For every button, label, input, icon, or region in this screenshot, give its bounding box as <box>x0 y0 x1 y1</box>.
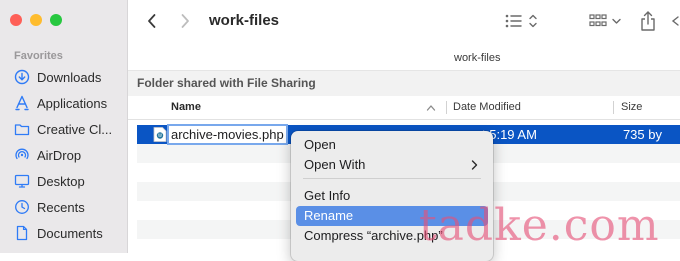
column-header-date-modified[interactable]: Date Modified <box>453 96 521 119</box>
menu-item-label: Rename <box>304 208 354 223</box>
sidebar-item-label: Creative Cl... <box>37 121 113 137</box>
minimize-window-button[interactable] <box>30 14 42 26</box>
download-icon <box>14 69 30 85</box>
list-header: Name Date Modified Size <box>128 96 680 120</box>
column-divider[interactable] <box>446 101 447 114</box>
window-title: work-files <box>209 12 280 29</box>
desktop-icon <box>14 173 30 189</box>
column-header-size[interactable]: Size <box>621 96 642 119</box>
back-button[interactable] <box>142 11 162 31</box>
sidebar: Favorites Downloads Applications Creativ… <box>0 0 128 253</box>
menu-item-open[interactable]: Open <box>296 135 488 155</box>
more-toolbar-button[interactable] <box>670 9 680 33</box>
close-window-button[interactable] <box>10 14 22 26</box>
airdrop-icon <box>14 147 30 163</box>
sidebar-item-recents[interactable]: Recents <box>0 195 127 219</box>
chevron-left-icon <box>671 16 679 26</box>
chevron-left-icon <box>148 14 156 28</box>
watermark: tadke.com <box>419 200 660 251</box>
path-bar-label: work-files <box>454 52 501 64</box>
shared-folder-text: Folder shared with File Sharing <box>137 76 316 90</box>
sidebar-item-applications[interactable]: Applications <box>0 91 127 115</box>
shared-folder-banner: Folder shared with File Sharing <box>128 71 680 96</box>
rename-field[interactable]: archive-movies.php <box>167 124 288 145</box>
sidebar-item-downloads[interactable]: Downloads <box>0 65 127 89</box>
column-divider[interactable] <box>613 101 614 114</box>
menu-item-label: Open <box>304 137 336 152</box>
document-icon <box>14 225 30 241</box>
forward-button[interactable] <box>175 11 195 31</box>
sort-ascending-icon <box>426 96 436 119</box>
grid-group-icon <box>589 14 621 27</box>
list-view-icon <box>505 14 537 28</box>
group-button[interactable] <box>589 9 625 33</box>
share-button[interactable] <box>638 9 658 33</box>
sidebar-item-label: Desktop <box>37 173 85 189</box>
column-header-name[interactable]: Name <box>171 96 201 119</box>
sidebar-item-label: Applications <box>37 95 108 111</box>
view-options-button[interactable] <box>504 9 544 33</box>
php-file-icon: W <box>153 127 167 142</box>
path-bar: work-files <box>128 46 680 71</box>
svg-text:W: W <box>158 133 162 138</box>
sidebar-item-airdrop[interactable]: AirDrop <box>0 143 127 167</box>
sidebar-item-creative-cloud[interactable]: Creative Cl... <box>0 117 127 141</box>
applications-icon <box>14 95 30 111</box>
sidebar-item-label: AirDrop <box>37 147 82 163</box>
menu-item-label: Get Info <box>304 188 351 203</box>
submenu-chevron-icon <box>471 155 478 175</box>
menu-item-open-with[interactable]: Open With <box>296 155 488 175</box>
sidebar-item-label: Documents <box>37 225 103 241</box>
zoom-window-button[interactable] <box>50 14 62 26</box>
menu-separator <box>303 178 481 179</box>
sidebar-item-documents[interactable]: Documents <box>0 221 127 245</box>
share-icon <box>641 11 655 31</box>
menu-item-label: Open With <box>304 157 366 172</box>
file-size: 735 by <box>622 127 662 142</box>
sidebar-item-label: Downloads <box>37 69 102 85</box>
sidebar-item-desktop[interactable]: Desktop <box>0 169 127 193</box>
clock-icon <box>14 199 30 215</box>
folder-icon <box>14 121 30 137</box>
sidebar-heading-favorites: Favorites <box>14 50 63 62</box>
chevron-right-icon <box>181 14 189 28</box>
sidebar-item-label: Recents <box>37 199 85 215</box>
